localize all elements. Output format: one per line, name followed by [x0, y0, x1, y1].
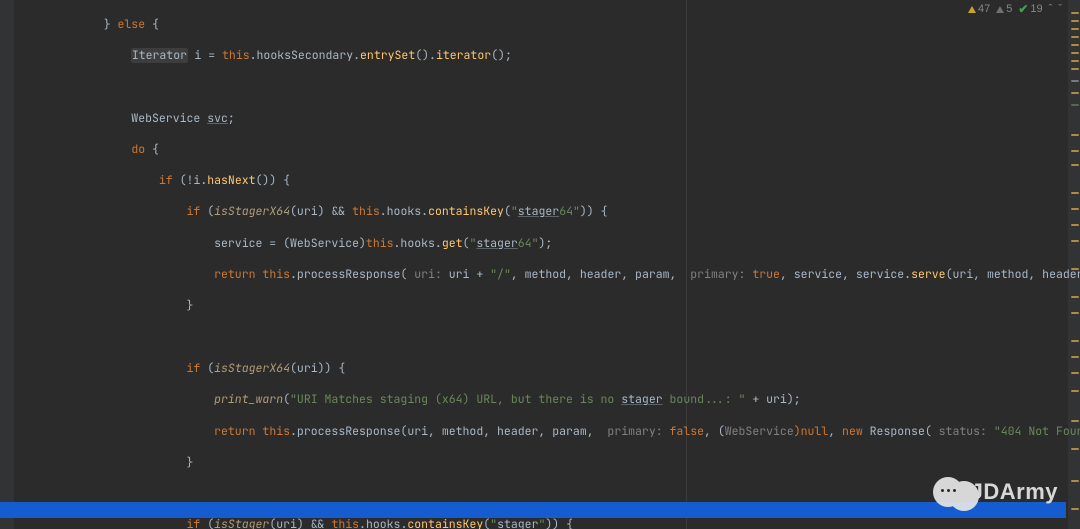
warnings-count[interactable]: 47: [968, 3, 990, 15]
marker[interactable]: [1071, 240, 1079, 242]
watermark: JDArmy: [933, 477, 1058, 507]
warning-icon: [968, 6, 976, 13]
marker[interactable]: [1071, 390, 1079, 392]
code-text-area[interactable]: } else { Iterator i = this.hooksSecondar…: [14, 0, 1066, 529]
marker[interactable]: [1071, 36, 1079, 38]
marker[interactable]: [1071, 356, 1079, 358]
marker[interactable]: [1071, 372, 1079, 374]
marker[interactable]: [1071, 192, 1079, 194]
error-stripe[interactable]: [1068, 0, 1080, 529]
warnings-value: 47: [978, 3, 990, 15]
marker[interactable]: [1071, 44, 1079, 46]
check-icon: ✔: [1018, 2, 1028, 16]
hint-uri: uri:: [407, 267, 448, 282]
inspection-status[interactable]: 47 5 ✔ 19 ˆ ˇ: [968, 2, 1062, 16]
marker[interactable]: [1071, 28, 1079, 30]
var-svc: svc: [207, 111, 228, 126]
wechat-icon: [933, 477, 963, 507]
marker[interactable]: [1071, 420, 1079, 422]
marker[interactable]: [1071, 296, 1079, 298]
marker[interactable]: [1071, 150, 1079, 152]
prev-highlight-icon[interactable]: ˆ: [1049, 4, 1053, 15]
marker[interactable]: [1071, 480, 1079, 482]
marker[interactable]: [1071, 60, 1079, 62]
marker[interactable]: [1071, 312, 1079, 314]
type-iterator: Iterator: [131, 48, 187, 63]
marker[interactable]: [1071, 12, 1079, 14]
marker[interactable]: [1071, 508, 1079, 510]
marker[interactable]: [1071, 208, 1079, 210]
marker[interactable]: [1071, 68, 1079, 70]
ok-count[interactable]: ✔ 19: [1018, 2, 1042, 16]
code-editor[interactable]: 47 5 ✔ 19 ˆ ˇ } else { Iterator i = this…: [0, 0, 1080, 529]
marker[interactable]: [1071, 340, 1079, 342]
marker[interactable]: [1071, 80, 1079, 82]
weak-warning-icon: [996, 6, 1004, 13]
weak-warnings-count[interactable]: 5: [996, 3, 1012, 15]
marker[interactable]: [1071, 134, 1079, 136]
marker[interactable]: [1071, 92, 1079, 94]
watermark-text: JDArmy: [971, 479, 1058, 505]
keyword-do: do: [131, 142, 145, 157]
hint-primary: primary:: [683, 267, 752, 282]
marker[interactable]: [1071, 20, 1079, 22]
marker[interactable]: [1071, 448, 1079, 450]
marker[interactable]: [1071, 52, 1079, 54]
weak-value: 5: [1006, 3, 1012, 15]
marker[interactable]: [1071, 104, 1079, 106]
keyword-else: else: [118, 17, 146, 32]
marker[interactable]: [1071, 224, 1079, 226]
marker[interactable]: [1071, 164, 1079, 166]
editor-gutter[interactable]: [0, 0, 14, 529]
next-highlight-icon[interactable]: ˇ: [1058, 4, 1062, 15]
ok-value: 19: [1030, 3, 1042, 15]
